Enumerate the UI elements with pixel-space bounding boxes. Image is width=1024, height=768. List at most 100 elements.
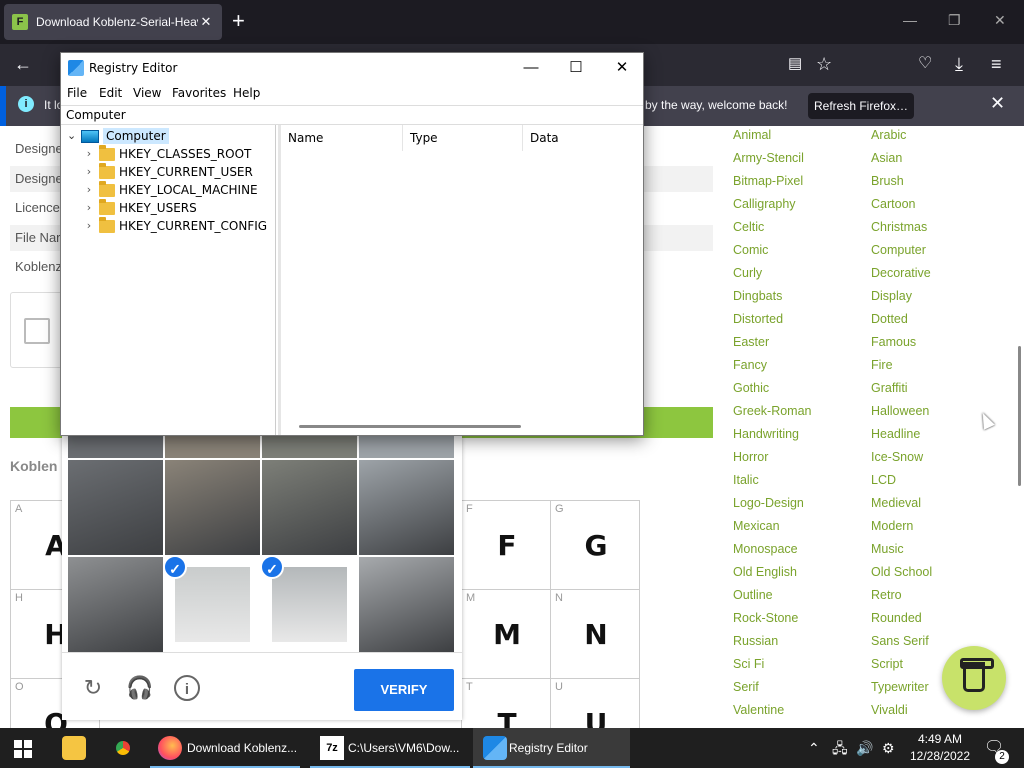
category-link[interactable]: Asian: [871, 151, 902, 165]
new-tab-button[interactable]: +: [232, 10, 245, 32]
category-link[interactable]: Bitmap-Pixel: [733, 174, 803, 188]
tree-node-hkcr[interactable]: › HKEY_CLASSES_ROOT: [83, 145, 273, 164]
expand-chevron-icon[interactable]: ›: [83, 147, 95, 160]
category-link[interactable]: Graffiti: [871, 381, 908, 395]
category-link[interactable]: Brush: [871, 174, 904, 188]
captcha-tile[interactable]: [68, 436, 163, 458]
captcha-tile[interactable]: [68, 460, 163, 555]
category-link[interactable]: Fire: [871, 358, 893, 372]
window-title-bar[interactable]: Registry Editor — ☐ ✕: [61, 53, 643, 83]
category-link[interactable]: Arabic: [871, 128, 906, 142]
category-link[interactable]: Vivaldi: [871, 703, 908, 717]
close-tab-icon[interactable]: ✕: [198, 14, 214, 30]
category-link[interactable]: Valentine: [733, 703, 784, 717]
category-link[interactable]: Retro: [871, 588, 902, 602]
maximize-icon[interactable]: ☐: [561, 57, 591, 79]
tree-node-hkcc[interactable]: › HKEY_CURRENT_CONFIG: [83, 217, 273, 236]
category-link[interactable]: Celtic: [733, 220, 764, 234]
menu-hamburger-icon[interactable]: ≡: [991, 54, 1002, 74]
category-link[interactable]: Comic: [733, 243, 768, 257]
category-link[interactable]: Sci Fi: [733, 657, 764, 671]
menu-help[interactable]: Help: [233, 86, 260, 100]
verify-button[interactable]: VERIFY: [354, 669, 454, 711]
captcha-tile[interactable]: [359, 460, 454, 555]
maximize-window-icon[interactable]: ❐: [948, 12, 961, 29]
category-link[interactable]: Greek-Roman: [733, 404, 812, 418]
category-link[interactable]: Famous: [871, 335, 916, 349]
browser-tab[interactable]: F Download Koblenz-Serial-Heav ✕: [4, 4, 222, 40]
checkbox[interactable]: [24, 318, 50, 344]
category-link[interactable]: Army-Stencil: [733, 151, 804, 165]
system-clock[interactable]: 4:49 AM 12/28/2022: [906, 731, 974, 765]
category-link[interactable]: Modern: [871, 519, 913, 533]
category-link[interactable]: Script: [871, 657, 903, 671]
captcha-tile[interactable]: [359, 436, 454, 458]
menu-file[interactable]: File: [67, 86, 87, 100]
category-link[interactable]: Decorative: [871, 266, 931, 280]
expand-chevron-icon[interactable]: ›: [83, 219, 95, 232]
reload-icon[interactable]: ↻: [80, 675, 106, 701]
close-notification-icon[interactable]: ✕: [990, 93, 1005, 114]
info-icon[interactable]: i: [174, 675, 200, 701]
tree-node-hkcu[interactable]: › HKEY_CURRENT_USER: [83, 163, 273, 182]
tree-node-hklm[interactable]: › HKEY_LOCAL_MACHINE: [83, 181, 273, 200]
horizontal-scrollbar[interactable]: [299, 425, 521, 428]
category-link[interactable]: Headline: [871, 427, 920, 441]
category-link[interactable]: Medieval: [871, 496, 921, 510]
category-link[interactable]: Horror: [733, 450, 768, 464]
bookmark-star-icon[interactable]: ☆: [816, 54, 832, 74]
category-link[interactable]: Computer: [871, 243, 926, 257]
category-link[interactable]: Outline: [733, 588, 773, 602]
collapse-chevron-icon[interactable]: ⌄: [67, 129, 76, 142]
reader-view-icon[interactable]: ▤: [788, 54, 802, 74]
menu-favorites[interactable]: Favorites: [172, 86, 226, 100]
page-scrollbar[interactable]: [1018, 346, 1021, 486]
category-link[interactable]: Calligraphy: [733, 197, 796, 211]
windows-start-icon[interactable]: [14, 740, 32, 758]
tree-node-hku[interactable]: › HKEY_USERS: [83, 199, 273, 218]
captcha-tile[interactable]: [68, 557, 163, 652]
minimize-window-icon[interactable]: —: [903, 12, 917, 28]
category-link[interactable]: Rounded: [871, 611, 922, 625]
downloads-icon[interactable]: ⤓: [955, 54, 963, 74]
category-link[interactable]: Cartoon: [871, 197, 915, 211]
back-icon[interactable]: ←: [14, 54, 32, 74]
category-link[interactable]: Old English: [733, 565, 797, 579]
category-link[interactable]: Logo-Design: [733, 496, 804, 510]
taskbar-item-7zip[interactable]: 7z C:\Users\VM6\Dow...: [310, 728, 470, 768]
minimize-icon[interactable]: —: [516, 57, 546, 79]
volume-icon[interactable]: 🔊: [856, 728, 873, 768]
pocket-icon[interactable]: ♡: [918, 54, 932, 74]
category-link[interactable]: Easter: [733, 335, 769, 349]
captcha-tile[interactable]: [262, 436, 357, 458]
category-link[interactable]: Fancy: [733, 358, 767, 372]
captcha-tile[interactable]: [359, 557, 454, 652]
category-link[interactable]: Old School: [871, 565, 932, 579]
close-icon[interactable]: ✕: [607, 57, 637, 79]
category-link[interactable]: Curly: [733, 266, 762, 280]
show-hidden-icons-chevron-icon[interactable]: ⌃: [808, 728, 820, 768]
category-link[interactable]: Gothic: [733, 381, 769, 395]
expand-chevron-icon[interactable]: ›: [83, 165, 95, 178]
category-link[interactable]: Handwriting: [733, 427, 799, 441]
category-link[interactable]: Typewriter: [871, 680, 929, 694]
taskbar-item-regedit[interactable]: Registry Editor: [473, 728, 630, 768]
expand-chevron-icon[interactable]: ›: [83, 183, 95, 196]
chrome-icon[interactable]: [111, 736, 135, 760]
refresh-firefox-button[interactable]: Refresh Firefox…: [808, 93, 914, 119]
network-icon[interactable]: 🖧: [832, 728, 848, 768]
category-link[interactable]: Halloween: [871, 404, 929, 418]
category-link[interactable]: Rock-Stone: [733, 611, 798, 625]
settings-gear-icon[interactable]: ⚙: [882, 728, 895, 768]
address-bar[interactable]: Computer: [61, 105, 643, 125]
category-link[interactable]: Mexican: [733, 519, 780, 533]
close-window-icon[interactable]: ✕: [994, 12, 1006, 29]
category-link[interactable]: Ice-Snow: [871, 450, 923, 464]
column-header-data[interactable]: Data: [523, 125, 643, 151]
taskbar-item-firefox[interactable]: Download Koblenz...: [150, 728, 300, 768]
category-link[interactable]: Monospace: [733, 542, 798, 556]
column-header-name[interactable]: Name: [281, 125, 403, 151]
category-link[interactable]: Italic: [733, 473, 759, 487]
category-link[interactable]: Serif: [733, 680, 759, 694]
category-link[interactable]: LCD: [871, 473, 896, 487]
